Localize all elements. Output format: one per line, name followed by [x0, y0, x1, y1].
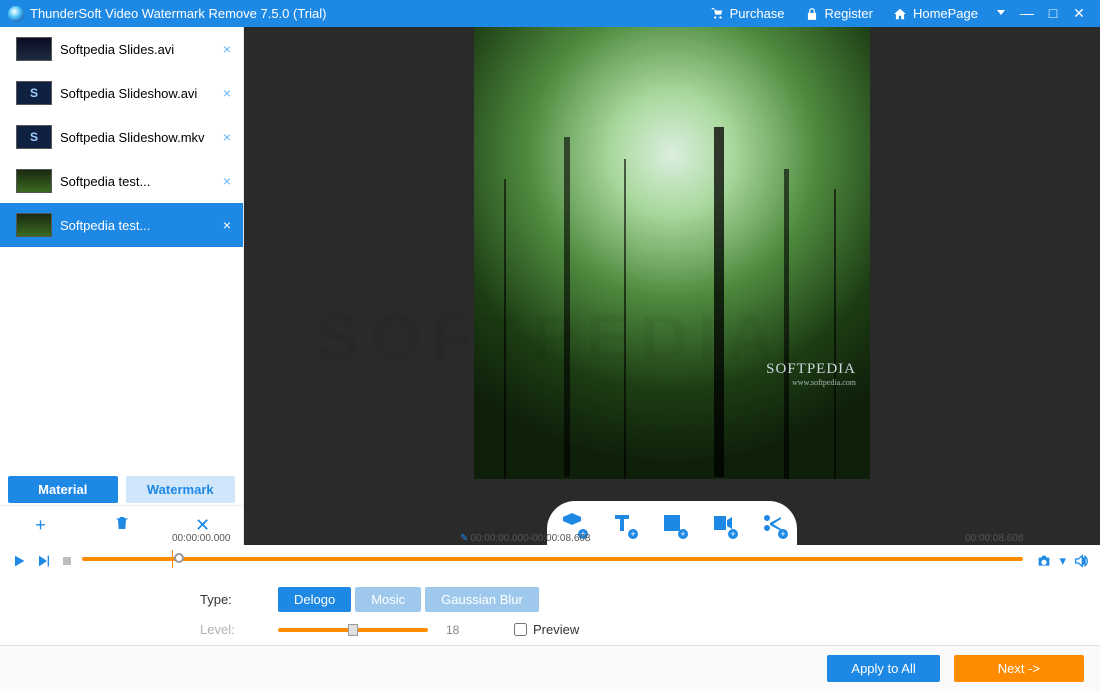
close-button[interactable]: ✕ [1066, 0, 1092, 27]
file-item[interactable]: Softpedia Slideshow.avi × [0, 71, 243, 115]
remove-file-button[interactable]: × [219, 217, 235, 233]
remove-file-button[interactable]: × [219, 85, 235, 101]
time-end-label: 00:00:08.608 [965, 533, 1023, 544]
apply-all-button[interactable]: Apply to All [827, 655, 939, 682]
file-name: Softpedia test... [60, 174, 211, 189]
speaker-icon [1073, 553, 1089, 569]
maximize-button[interactable]: □ [1040, 0, 1066, 27]
menu-dropdown-button[interactable] [988, 0, 1014, 27]
time-start-label: 00:00:00.000 [172, 533, 230, 544]
play-range-button[interactable] [34, 552, 52, 570]
preview-checkbox[interactable]: Preview [514, 622, 579, 637]
file-list: Softpedia Slides.avi × Softpedia Slidesh… [0, 27, 243, 470]
add-image-button[interactable]: + [658, 509, 686, 537]
next-button[interactable]: Next -> [954, 655, 1084, 682]
level-slider[interactable] [278, 628, 428, 632]
file-item[interactable]: Softpedia test... × [0, 203, 243, 247]
main-area: Softpedia Slides.avi × Softpedia Slidesh… [0, 27, 1100, 545]
playhead[interactable] [174, 553, 184, 563]
file-name: Softpedia test... [60, 218, 211, 233]
snapshot-button[interactable] [1035, 552, 1053, 570]
remove-file-button[interactable]: × [219, 173, 235, 189]
play-icon [11, 553, 27, 569]
purchase-link[interactable]: Purchase [700, 0, 795, 27]
tab-watermark[interactable]: Watermark [126, 476, 236, 503]
preview-checkbox-label: Preview [533, 622, 579, 637]
timeline[interactable]: 00:00:00.000 ✎00:00:00.000-00:00:08.608 … [82, 547, 1023, 575]
titlebar: ThunderSoft Video Watermark Remove 7.5.0… [0, 0, 1100, 27]
file-name: Softpedia Slideshow.mkv [60, 130, 211, 145]
add-file-button[interactable]: + [21, 515, 61, 536]
file-thumbnail [16, 169, 52, 193]
homepage-link[interactable]: HomePage [883, 0, 988, 27]
footer: Apply to All Next -> [0, 645, 1100, 691]
stop-button[interactable] [58, 552, 76, 570]
type-option-gaussian-blur[interactable]: Gaussian Blur [425, 587, 539, 612]
level-label: Level: [200, 622, 260, 637]
sidebar: Softpedia Slides.avi × Softpedia Slidesh… [0, 27, 244, 545]
register-label: Register [825, 6, 873, 21]
level-value: 18 [446, 623, 476, 637]
minimize-button[interactable]: — [1014, 0, 1040, 27]
delete-file-button[interactable] [102, 515, 142, 536]
add-video-button[interactable]: + [708, 509, 736, 537]
transport-bar: 00:00:00.000 ✎00:00:00.000-00:00:08.608 … [0, 545, 1100, 573]
preview-checkbox-input[interactable] [514, 623, 527, 636]
file-thumbnail [16, 81, 52, 105]
stop-icon [59, 553, 75, 569]
video-preview[interactable]: SOFTPEDIA www.softpedia.com [474, 27, 870, 479]
file-thumbnail [16, 125, 52, 149]
play-range-icon [35, 553, 51, 569]
timeline-track[interactable] [82, 557, 1023, 561]
time-range-label: ✎00:00:00.000-00:00:08.608 [460, 533, 591, 544]
file-item[interactable]: Softpedia Slides.avi × [0, 27, 243, 71]
file-item[interactable]: Softpedia test... × [0, 159, 243, 203]
register-link[interactable]: Register [795, 0, 883, 27]
play-button[interactable] [10, 552, 28, 570]
sidebar-tabs: Material Watermark [0, 470, 243, 505]
file-thumbnail [16, 37, 52, 61]
remove-file-button[interactable]: × [219, 129, 235, 145]
options-panel: Type: DelogoMosicGaussian Blur Level: 18… [0, 573, 1100, 645]
image-icon [660, 511, 684, 535]
cart-icon [710, 7, 724, 21]
file-name: Softpedia Slideshow.avi [60, 86, 211, 101]
file-name: Softpedia Slides.avi [60, 42, 211, 57]
file-item[interactable]: Softpedia Slideshow.mkv × [0, 115, 243, 159]
snapshot-dropdown[interactable]: ▾ [1059, 553, 1066, 569]
trash-icon [114, 515, 130, 531]
app-title: ThunderSoft Video Watermark Remove 7.5.0… [30, 6, 326, 21]
type-option-mosic[interactable]: Mosic [355, 587, 421, 612]
home-icon [893, 7, 907, 21]
volume-button[interactable] [1072, 552, 1090, 570]
lock-icon [805, 7, 819, 21]
chevron-down-icon [995, 6, 1007, 18]
type-option-delogo[interactable]: Delogo [278, 587, 351, 612]
file-thumbnail [16, 213, 52, 237]
edit-range-icon[interactable]: ✎ [460, 533, 468, 544]
level-thumb[interactable] [348, 624, 358, 636]
preview-area: SOFTPEDIA www.softpedia.com + + + + + [244, 27, 1100, 545]
camera-icon [1036, 553, 1052, 569]
embedded-watermark: SOFTPEDIA www.softpedia.com [766, 361, 856, 387]
type-label: Type: [200, 592, 260, 607]
tab-material[interactable]: Material [8, 476, 118, 503]
app-icon [8, 6, 24, 22]
homepage-label: HomePage [913, 6, 978, 21]
add-text-button[interactable]: + [608, 509, 636, 537]
purchase-label: Purchase [730, 6, 785, 21]
remove-file-button[interactable]: × [219, 41, 235, 57]
add-effect-button[interactable]: + [758, 509, 786, 537]
